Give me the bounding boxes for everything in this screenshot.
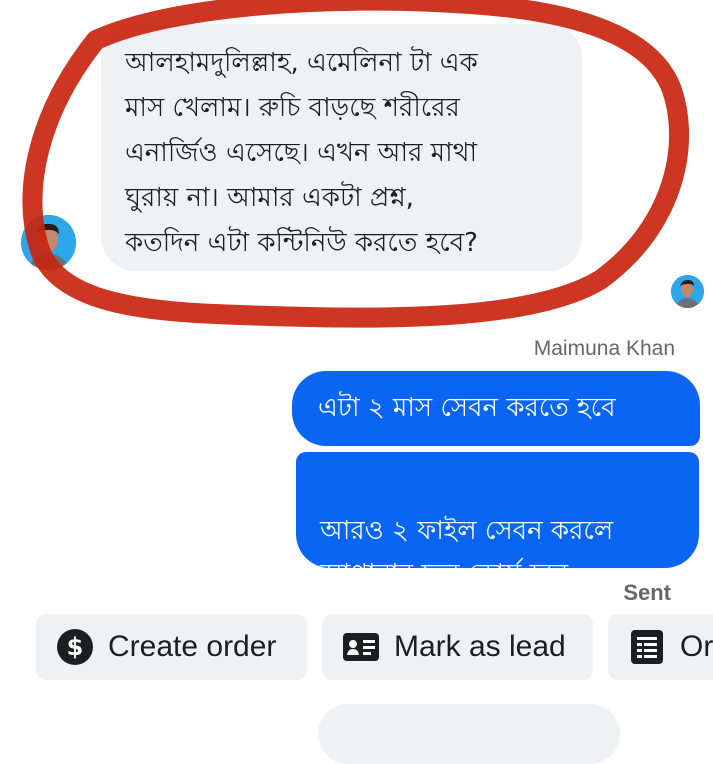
customer-avatar[interactable] (21, 215, 76, 270)
outgoing-message-bubble[interactable]: এটা ২ মাস সেবন করতে হবে (292, 371, 700, 446)
incoming-message-text: আলহামদুলিল্লাহ, এমেলিনা টা এক মাস খেলাম।… (125, 48, 478, 258)
outgoing-message-text: এটা ২ মাস সেবন করতে হবে (318, 393, 616, 423)
order-label: Or (680, 630, 713, 663)
incoming-message-bubble[interactable]: আলহামদুলিল্লাহ, এমেলিনা টা এক মাস খেলাম।… (101, 24, 582, 271)
reply-pill[interactable] (318, 704, 620, 764)
order-button[interactable]: Or (608, 614, 713, 680)
create-order-button[interactable]: $ Create order (36, 614, 307, 680)
svg-text:$: $ (67, 633, 84, 661)
mark-as-lead-button[interactable]: Mark as lead (322, 614, 593, 680)
create-order-label: Create order (108, 630, 277, 663)
outgoing-message-text: আরও ২ ফাইল সেবন করলে আপানার ফুল কোর্স হব… (320, 516, 614, 589)
mark-as-lead-label: Mark as lead (394, 630, 566, 663)
order-list-icon (631, 630, 663, 664)
dollar-icon: $ (57, 629, 93, 665)
seen-avatar (671, 275, 704, 308)
message-status: Sent (623, 580, 671, 605)
sender-name: Maimuna Khan (533, 337, 675, 360)
outgoing-message-bubble[interactable]: আরও ২ ফাইল সেবন করলে আপানার ফুল কোর্স হব… (296, 452, 699, 589)
contact-card-icon (343, 633, 379, 661)
